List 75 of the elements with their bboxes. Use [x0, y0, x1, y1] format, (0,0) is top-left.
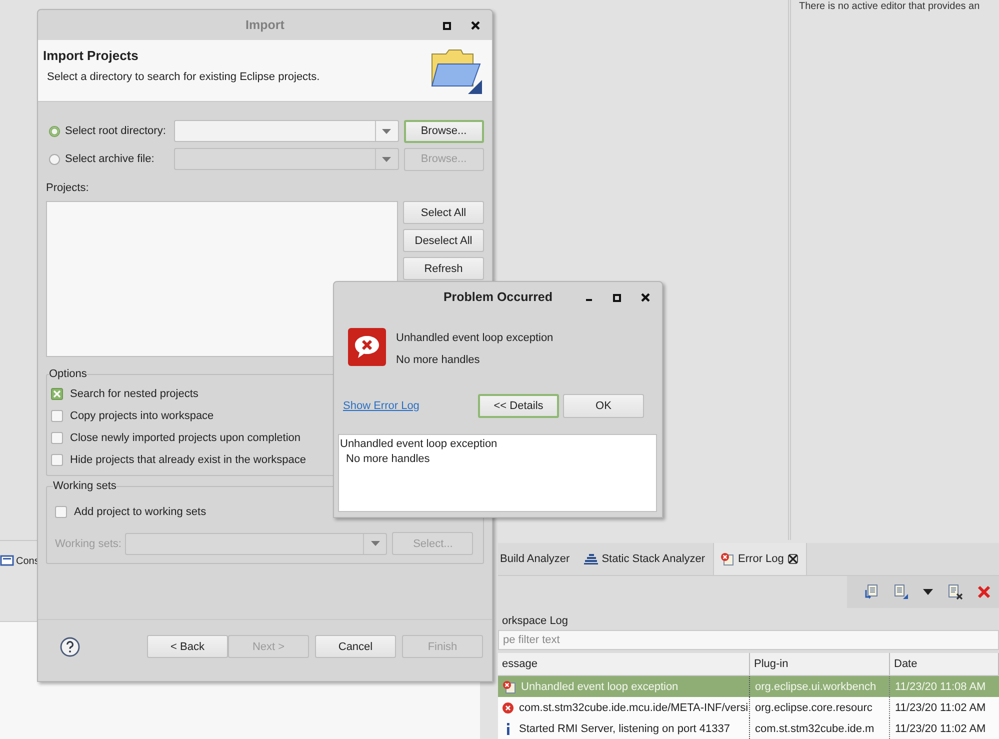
log-title: orkspace Log [501, 614, 570, 630]
checkbox-label: Hide projects that already exist in the workspace [70, 454, 306, 466]
import-log-icon[interactable] [893, 584, 909, 600]
column-header[interactable]: Date [890, 653, 999, 675]
export-log-icon[interactable] [863, 584, 879, 600]
close-icon[interactable] [788, 554, 798, 564]
view-tab[interactable]: Static Stack Analyzer [578, 543, 714, 576]
message-cell: Unhandled event loop exception [521, 680, 678, 692]
projects-list[interactable] [46, 201, 398, 357]
view-menu-icon[interactable] [923, 589, 933, 596]
dialog-button[interactable]: OK [563, 394, 644, 418]
caret-icon [370, 541, 380, 546]
checkbox-label: Add project to working sets [74, 506, 206, 518]
list-button[interactable]: Select All [403, 201, 484, 224]
caret-icon [382, 128, 392, 134]
date-cell-text: 11/23/20 11:02 AM [894, 722, 987, 736]
log-row[interactable]: com.st.stm32cube.ide.mcu.ide/META-INF/versi org.eclipse.core.resourc 11/23/20 11:02 AM [498, 697, 999, 718]
checkbox[interactable] [51, 432, 63, 444]
check-icon [53, 390, 61, 398]
checkbox[interactable] [51, 410, 63, 422]
wizard-button[interactable]: < Back [147, 635, 228, 658]
radio-button[interactable] [49, 126, 60, 136]
stack-bars-icon [584, 553, 598, 566]
details-line: Unhandled event loop exception [340, 437, 498, 452]
delete-log-icon[interactable] [947, 584, 963, 600]
working-sets-label: Working sets: [55, 538, 122, 550]
message-cell: com.st.stm32cube.ide.mcu.ide/META-INF/versi [519, 702, 748, 714]
error-log-icon [502, 680, 516, 694]
maximize-icon[interactable] [613, 294, 621, 302]
filter-field[interactable]: pe filter text [498, 630, 999, 650]
checkbox-label: Copy projects into workspace [70, 410, 214, 422]
checkbox-label: Close newly imported projects upon completion [70, 432, 301, 444]
maximize-icon[interactable] [443, 22, 451, 30]
group-title: Options [49, 368, 87, 380]
list-button[interactable]: Refresh [403, 257, 484, 280]
wizard-button[interactable]: Cancel [315, 635, 396, 658]
group-title: Working sets [53, 480, 116, 492]
console-icon [0, 555, 14, 567]
plugin-cell: org.eclipse.core.resourc [750, 697, 890, 718]
details-line: No more handles [345, 452, 431, 467]
page-title: Import Projects [43, 48, 140, 63]
column-header[interactable]: Plug-in [750, 653, 890, 675]
dialog-button[interactable]: << Details [478, 394, 559, 418]
date-cell-text: 11/23/20 11:02 AM [894, 700, 987, 716]
error-detail: No more handles [396, 354, 481, 366]
date-cell-text: 11/23/20 11:08 AM [894, 680, 987, 694]
clear-icon[interactable] [977, 585, 991, 600]
path-combo[interactable] [174, 120, 399, 142]
checkbox-label: Search for nested projects [70, 388, 198, 400]
window-title: Import [246, 18, 284, 32]
checkbox[interactable] [51, 388, 63, 400]
checkbox[interactable] [51, 454, 63, 466]
message-cell: Started RMI Server, listening on port 41337 [519, 722, 730, 734]
error-bubble-icon [348, 328, 386, 366]
view-tab[interactable]: Build Analyzer [498, 543, 578, 576]
list-button[interactable]: Deselect All [403, 229, 484, 252]
radio-label: Select archive file: [65, 153, 154, 165]
view-tab[interactable]: Error Log [713, 543, 807, 576]
page-description: Select a directory to search for existing Eclipse projects. [46, 71, 320, 83]
log-row[interactable]: Started RMI Server, listening on port 41337 com.st.stm32cube.ide.m 11/23/20 11:02 AM [498, 718, 999, 739]
outline-message: There is no active editor that provides an [799, 1, 980, 12]
browse-button[interactable]: Browse... [404, 120, 484, 142]
radio-label: Select root directory: [65, 125, 166, 137]
error-log-icon [720, 552, 734, 566]
close-icon[interactable] [471, 21, 480, 30]
window-title: Problem Occurred [443, 290, 553, 304]
error-message: Unhandled event loop exception [396, 332, 554, 344]
close-icon[interactable] [641, 293, 650, 302]
projects-label: Projects: [46, 182, 90, 196]
column-header[interactable]: essage [498, 653, 750, 675]
plugin-cell: org.eclipse.ui.workbench [750, 676, 890, 697]
caret-icon [382, 156, 392, 162]
plugin-cell: com.st.stm32cube.ide.m [750, 718, 890, 739]
help-icon[interactable] [60, 636, 80, 656]
error-icon [502, 702, 514, 714]
